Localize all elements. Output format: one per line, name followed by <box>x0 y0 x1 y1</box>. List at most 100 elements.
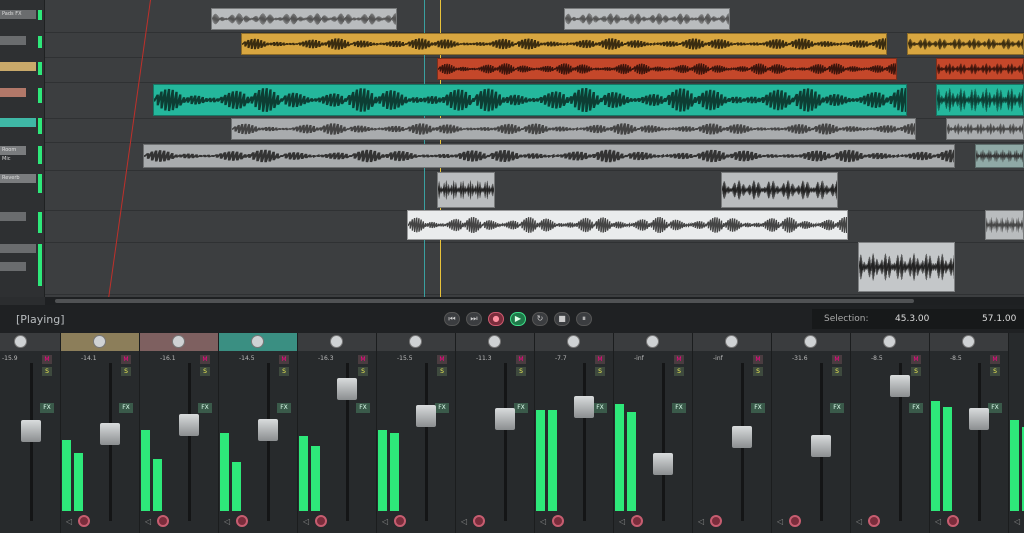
media-item[interactable] <box>563 8 731 30</box>
selection-end[interactable]: 57.1.00 <box>982 314 1016 324</box>
volume-fader[interactable] <box>969 408 989 430</box>
solo-button[interactable]: S <box>674 367 684 376</box>
pan-knob[interactable] <box>488 335 501 348</box>
fx-button[interactable]: FX <box>830 403 844 413</box>
pan-knob[interactable] <box>646 335 659 348</box>
media-item[interactable] <box>436 58 897 80</box>
fx-button[interactable]: FX <box>435 403 449 413</box>
volume-fader[interactable] <box>574 396 594 418</box>
media-item[interactable] <box>975 144 1024 168</box>
solo-button[interactable]: S <box>358 367 368 376</box>
media-item[interactable] <box>857 242 956 292</box>
mute-button[interactable]: M <box>990 355 1000 364</box>
volume-fader[interactable] <box>495 408 515 430</box>
media-item[interactable] <box>935 58 1024 80</box>
fx-button[interactable]: FX <box>909 403 923 413</box>
solo-button[interactable]: S <box>279 367 289 376</box>
record-button[interactable]: ● <box>488 312 504 326</box>
scrollbar-thumb[interactable] <box>55 299 914 303</box>
loop-button[interactable]: ↻ <box>532 312 548 326</box>
fx-button[interactable]: FX <box>277 403 291 413</box>
arrange-view[interactable]: Pads FX Room Mic Reverb <box>0 0 1024 297</box>
pan-knob[interactable] <box>14 335 27 348</box>
media-item[interactable] <box>906 33 1024 55</box>
fx-button[interactable]: FX <box>40 403 54 413</box>
fx-button[interactable]: FX <box>672 403 686 413</box>
mute-button[interactable]: M <box>121 355 131 364</box>
mute-button[interactable]: M <box>358 355 368 364</box>
volume-fader[interactable] <box>258 418 278 441</box>
media-item[interactable] <box>984 210 1024 240</box>
mute-button[interactable]: M <box>753 355 763 364</box>
stop-button[interactable]: ■ <box>554 312 570 326</box>
solo-button[interactable]: S <box>990 367 1000 376</box>
fx-button[interactable]: FX <box>593 403 607 413</box>
solo-button[interactable]: S <box>516 367 526 376</box>
mute-button[interactable]: M <box>437 355 447 364</box>
media-item[interactable] <box>231 118 917 140</box>
solo-button[interactable]: S <box>832 367 842 376</box>
track-name[interactable]: Pads FX <box>0 10 36 19</box>
mute-button[interactable]: M <box>200 355 210 364</box>
pan-knob[interactable] <box>725 335 738 348</box>
solo-button[interactable]: S <box>911 367 921 376</box>
pause-button[interactable]: ⏸ <box>576 312 592 326</box>
mute-button[interactable]: M <box>832 355 842 364</box>
media-item[interactable] <box>407 210 848 240</box>
mute-button[interactable]: M <box>595 355 605 364</box>
solo-button[interactable]: S <box>437 367 447 376</box>
solo-button[interactable]: S <box>753 367 763 376</box>
media-item[interactable] <box>945 118 1024 140</box>
solo-button[interactable]: S <box>42 367 52 376</box>
pan-knob[interactable] <box>330 335 343 348</box>
phase-icon[interactable]: ◁ <box>1014 517 1020 526</box>
track-name[interactable] <box>0 88 26 97</box>
track-name[interactable] <box>0 118 36 127</box>
track-name[interactable]: Room Mic <box>0 146 26 162</box>
media-item[interactable] <box>436 172 496 208</box>
solo-button[interactable]: S <box>595 367 605 376</box>
volume-fader[interactable] <box>21 420 41 442</box>
track-name[interactable] <box>0 36 26 45</box>
play-button[interactable]: ▶ <box>510 312 526 326</box>
mute-button[interactable]: M <box>911 355 921 364</box>
track-name[interactable] <box>0 212 26 221</box>
fx-button[interactable]: FX <box>198 403 212 413</box>
volume-fader[interactable] <box>337 378 357 400</box>
media-item[interactable] <box>935 84 1024 116</box>
pan-knob[interactable] <box>409 335 422 348</box>
track-name[interactable] <box>0 262 26 271</box>
volume-fader[interactable] <box>100 423 120 445</box>
mute-button[interactable]: M <box>516 355 526 364</box>
fx-button[interactable]: FX <box>514 403 528 413</box>
media-item[interactable] <box>211 8 398 30</box>
media-item[interactable] <box>240 33 887 55</box>
volume-fader[interactable] <box>811 435 831 457</box>
volume-fader[interactable] <box>179 414 199 436</box>
mute-button[interactable]: M <box>674 355 684 364</box>
fx-button[interactable]: FX <box>356 403 370 413</box>
track-name[interactable]: Reverb <box>0 174 36 183</box>
volume-fader[interactable] <box>732 426 752 448</box>
pan-knob[interactable] <box>93 335 106 348</box>
track-name[interactable] <box>0 244 36 253</box>
pan-knob[interactable] <box>172 335 185 348</box>
fx-button[interactable]: FX <box>988 403 1002 413</box>
selection-start[interactable]: 45.3.00 <box>895 314 929 324</box>
solo-button[interactable]: S <box>121 367 131 376</box>
mute-button[interactable]: M <box>42 355 52 364</box>
volume-fader[interactable] <box>890 375 910 397</box>
horizontal-scrollbar[interactable] <box>45 297 1024 305</box>
track-name[interactable] <box>0 62 36 71</box>
pan-knob[interactable] <box>804 335 817 348</box>
pan-knob[interactable] <box>962 335 975 348</box>
volume-fader[interactable] <box>416 405 436 427</box>
media-item[interactable] <box>720 172 838 208</box>
media-item[interactable] <box>142 144 956 168</box>
skip-start-button[interactable]: ⏮ <box>444 312 460 326</box>
pan-knob[interactable] <box>251 335 264 348</box>
volume-fader[interactable] <box>653 453 673 475</box>
mute-button[interactable]: M <box>279 355 289 364</box>
pan-knob[interactable] <box>567 335 580 348</box>
fx-button[interactable]: FX <box>119 403 133 413</box>
